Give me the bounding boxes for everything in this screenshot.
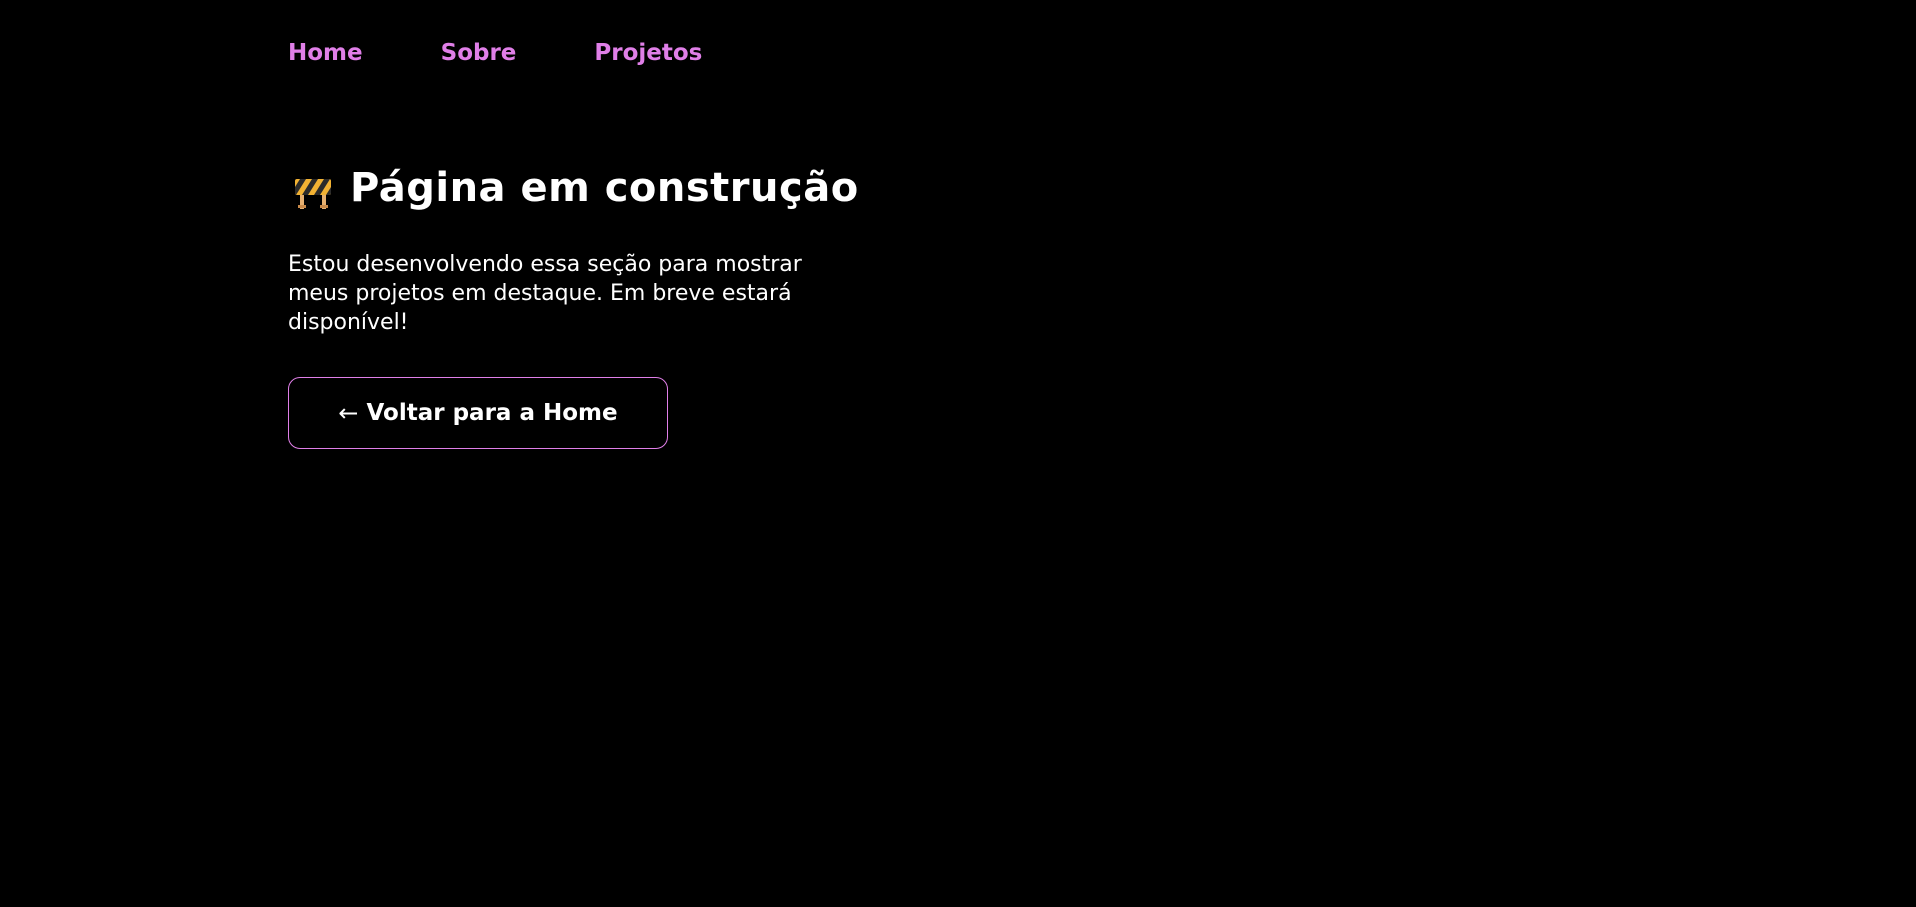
page: Home Sobre Projetos Página em construção…	[0, 0, 1916, 907]
nav-link-sobre[interactable]: Sobre	[441, 38, 517, 68]
page-title-row: Página em construção	[288, 160, 908, 216]
nav-link-home[interactable]: Home	[288, 38, 363, 68]
back-to-home-button[interactable]: ← Voltar para a Home	[288, 377, 668, 449]
nav-link-projetos[interactable]: Projetos	[594, 38, 702, 68]
description-text: Estou desenvolvendo essa seção para most…	[288, 252, 802, 335]
construction-barrier-icon	[294, 175, 332, 209]
arrow-left-icon: ←	[338, 399, 359, 427]
back-button-label: Voltar para a Home	[366, 400, 618, 426]
top-nav: Home Sobre Projetos	[288, 38, 780, 68]
main-content: Página em construção Estou desenvolvendo…	[288, 160, 908, 449]
page-title: Página em construção	[350, 165, 859, 211]
